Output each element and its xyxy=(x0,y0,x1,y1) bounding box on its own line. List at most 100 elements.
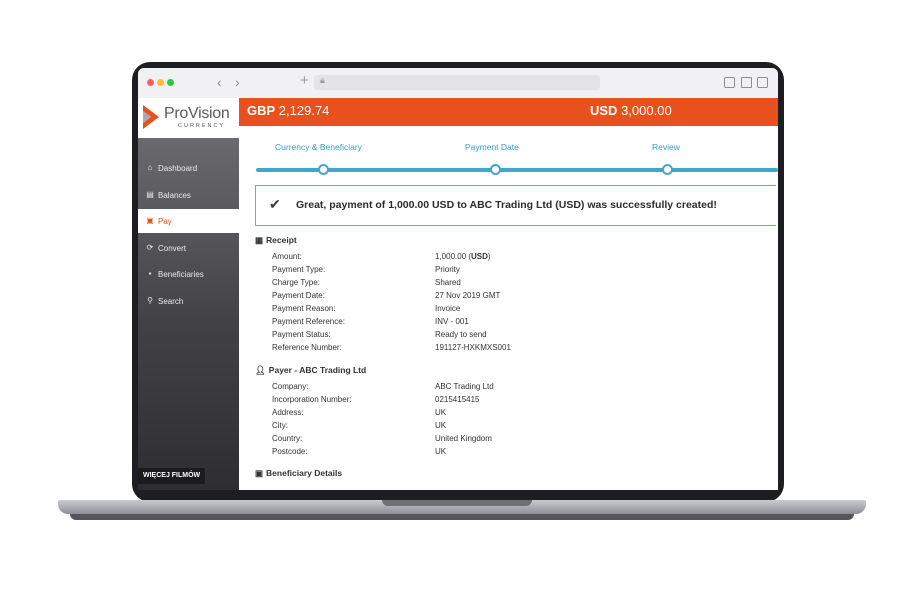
row-value: ABC Trading Ltd xyxy=(435,382,494,391)
sidebar-item-dashboard[interactable]: ⌂ Dashboard xyxy=(138,156,239,180)
row-value: Ready to send xyxy=(435,330,487,339)
usd-balance: USD 3,000.00 xyxy=(590,103,672,118)
id-card-icon: ▣ xyxy=(255,468,264,478)
receipt-row: Payment Status: Ready to send xyxy=(272,330,752,342)
success-message: Great, payment of 1,000.00 USD to ABC Tr… xyxy=(296,199,717,211)
sidebar-icon[interactable] xyxy=(724,77,735,88)
share-icon[interactable] xyxy=(741,77,752,88)
payer-row: Company: ABC Trading Ltd xyxy=(272,382,752,394)
convert-icon: ⟳ xyxy=(146,243,154,252)
row-label: Charge Type: xyxy=(272,278,320,287)
more-films-button[interactable]: WIĘCEJ FILMÓW xyxy=(138,468,206,484)
progress-track xyxy=(256,168,778,172)
row-label: Payment Reason: xyxy=(272,304,336,313)
row-label: Reference Number: xyxy=(272,343,342,352)
row-value: UK xyxy=(435,408,447,417)
plus-icon[interactable]: + xyxy=(300,72,309,89)
beneficiary-title: Beneficiary Details xyxy=(266,468,343,478)
laptop-base-shadow xyxy=(70,514,854,520)
maximize-window-dot[interactable] xyxy=(167,79,174,86)
payer-row: City: UK xyxy=(272,421,752,433)
sidebar-item-label: Dashboard xyxy=(158,164,198,173)
laptop-screen: ‹ › + 🔒︎ ProVision CURRENCY ⌂ Dashboard … xyxy=(138,68,778,490)
close-window-dot[interactable] xyxy=(147,79,154,86)
row-label: Country: xyxy=(272,434,303,443)
browser-toolbar: ‹ › + 🔒︎ xyxy=(138,68,778,99)
step-node xyxy=(318,164,329,175)
receipt-row: Payment Reason: Invoice xyxy=(272,304,752,316)
row-value: 0215415415 xyxy=(435,395,480,404)
provision-logo[interactable]: ProVision CURRENCY xyxy=(142,102,238,134)
payment-progress-steps: Currency & Beneficiary Payment Date Revi… xyxy=(239,142,778,182)
lock-icon: 🔒︎ xyxy=(320,75,325,85)
amount-currency: USD xyxy=(471,252,488,261)
search-icon: ⚲ xyxy=(147,296,153,305)
brand-tagline: CURRENCY xyxy=(178,123,226,129)
row-value: UK xyxy=(435,421,447,430)
sidebar-item-label: Beneficiaries xyxy=(158,270,204,279)
sidebar: ProVision CURRENCY ⌂ Dashboard ▤ Balance… xyxy=(138,98,239,490)
payer-title: Payer - ABC Trading Ltd xyxy=(268,365,367,375)
payer-row: Incorporation Number: 0215415415 xyxy=(272,395,752,407)
row-label: Incorporation Number: xyxy=(272,395,352,404)
sidebar-item-label: Pay xyxy=(158,217,172,226)
minimize-window-dot[interactable] xyxy=(157,79,164,86)
home-icon: ⌂ xyxy=(147,163,153,172)
receipt-row: Reference Number: 191127-HXKMXS001 xyxy=(272,343,752,355)
row-value: Shared xyxy=(435,278,461,287)
receipt-row: Payment Type: Priority xyxy=(272,265,752,277)
beneficiaries-icon: ▪ xyxy=(148,269,152,278)
row-value: 191127-HXKMXS001 xyxy=(435,343,511,352)
success-alert: ✔ Great, payment of 1,000.00 USD to ABC … xyxy=(255,185,776,226)
gbp-currency-code: GBP xyxy=(247,103,276,118)
row-value: 1,000.00 (USD) xyxy=(435,252,491,261)
receipt-row: Payment Date: 27 Nov 2019 GMT xyxy=(272,291,752,303)
receipt-title: Receipt xyxy=(266,235,297,245)
sidebar-item-pay[interactable]: ▣ Pay xyxy=(138,209,239,233)
beneficiary-heading: ▣ Beneficiary Details xyxy=(255,468,342,479)
row-label: Amount: xyxy=(272,252,302,261)
tabs-icon[interactable] xyxy=(757,77,768,88)
gbp-balance: GBP 2,129.74 xyxy=(247,103,329,118)
payer-row: Postcode: UK xyxy=(272,447,752,459)
row-value: UK xyxy=(435,447,447,456)
checkmark-icon: ✔ xyxy=(269,196,281,212)
address-bar[interactable] xyxy=(314,75,600,90)
row-value: INV - 001 xyxy=(435,317,469,326)
sidebar-item-balances[interactable]: ▤ Balances xyxy=(138,183,239,207)
laptop-notch xyxy=(382,500,532,506)
chevron-right-icon[interactable]: › xyxy=(235,74,240,90)
payer-heading: 👤︎ Payer - ABC Trading Ltd xyxy=(255,365,366,376)
balances-icon: ▤ xyxy=(146,190,154,199)
usd-currency-code: USD xyxy=(590,103,618,118)
sidebar-item-label: Convert xyxy=(158,244,187,253)
payer-row: Address: UK xyxy=(272,408,752,420)
row-label: Payment Date: xyxy=(272,291,325,300)
sidebar-item-beneficiaries[interactable]: ▪ Beneficiaries xyxy=(138,262,239,286)
row-label: Payment Status: xyxy=(272,330,331,339)
receipt-icon: ▦ xyxy=(255,235,264,245)
row-value: United Kingdom xyxy=(435,434,492,443)
row-value: Invoice xyxy=(435,304,461,313)
row-label: Postcode: xyxy=(272,447,308,456)
step-review[interactable]: Review xyxy=(652,142,680,152)
sidebar-item-label: Search xyxy=(158,297,184,306)
chevron-left-icon[interactable]: ‹ xyxy=(217,74,222,90)
row-value: Priority xyxy=(435,265,460,274)
row-label: Payment Type: xyxy=(272,265,326,274)
row-label: Address: xyxy=(272,408,304,417)
step-node xyxy=(490,164,501,175)
row-value: 27 Nov 2019 GMT xyxy=(435,291,501,300)
step-currency-beneficiary[interactable]: Currency & Beneficiary xyxy=(275,142,362,152)
step-node xyxy=(662,164,673,175)
step-payment-date[interactable]: Payment Date xyxy=(465,142,519,152)
receipt-row: Charge Type: Shared xyxy=(272,278,752,290)
sidebar-item-search[interactable]: ⚲ Search xyxy=(138,289,239,313)
gbp-amount: 2,129.74 xyxy=(278,103,330,118)
pay-icon: ▣ xyxy=(146,216,154,225)
user-icon: 👤︎ xyxy=(255,365,266,375)
receipt-heading: ▦ Receipt xyxy=(255,235,297,246)
sidebar-item-convert[interactable]: ⟳ Convert xyxy=(138,236,239,260)
main-content: GBP 2,129.74 USD 3,000.00 Currency & Ben… xyxy=(239,98,778,490)
row-label: Company: xyxy=(272,382,309,391)
